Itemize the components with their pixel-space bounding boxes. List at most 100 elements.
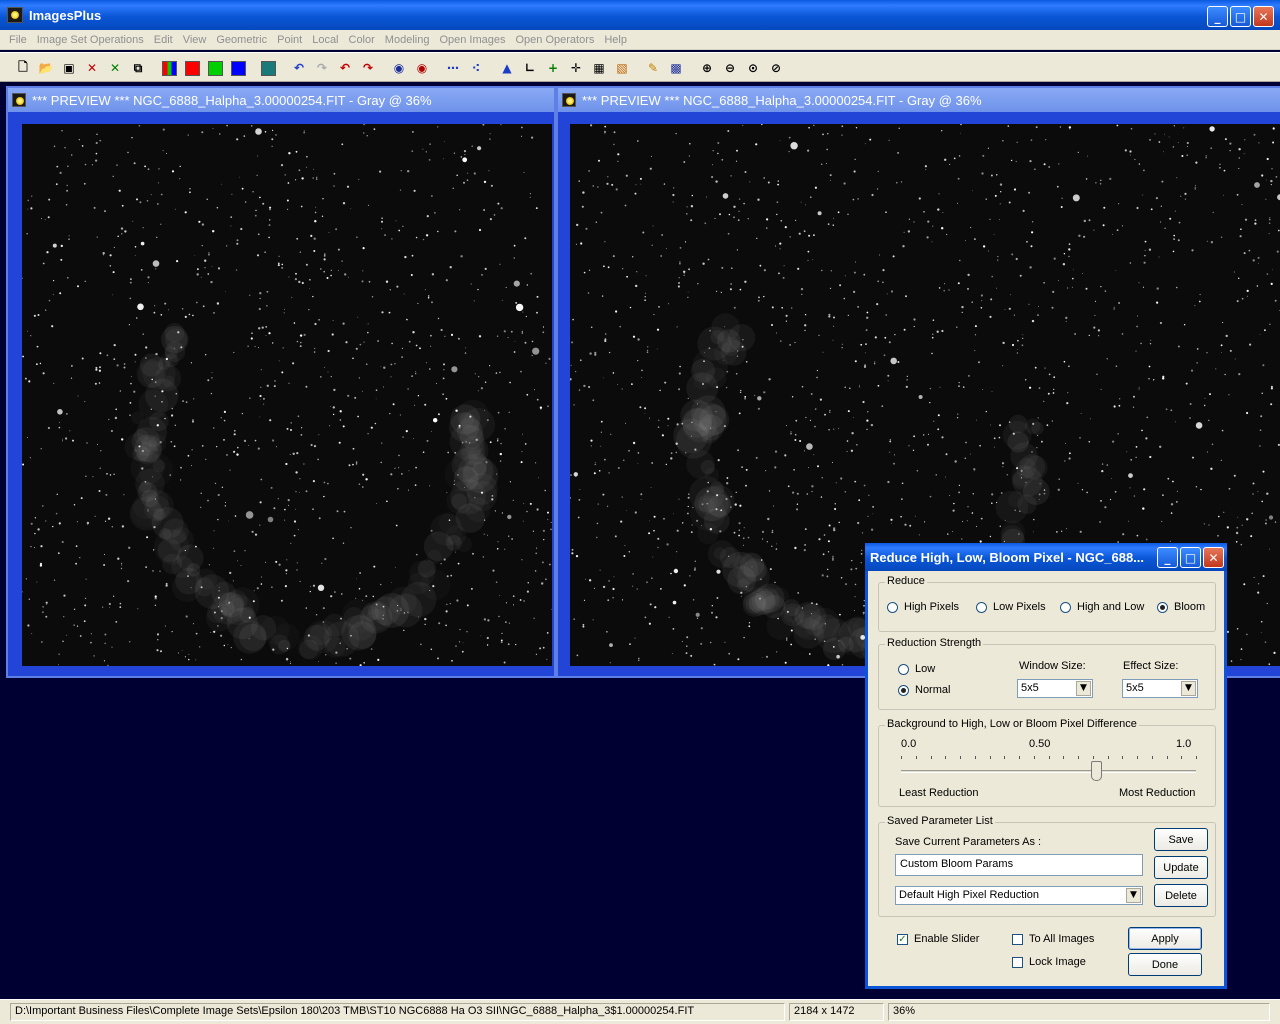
undo-all-icon[interactable]: ↶: [335, 58, 355, 78]
enable-slider-checkbox[interactable]: ✓ Enable Slider: [897, 933, 979, 945]
zoom-in-icon[interactable]: ⊕: [697, 58, 717, 78]
menu-open-operators[interactable]: Open Operators: [510, 34, 599, 46]
lock-image-checkbox[interactable]: Lock Image: [1012, 956, 1086, 968]
menu-local[interactable]: Local: [307, 34, 343, 46]
menu-image-set-operations[interactable]: Image Set Operations: [32, 34, 149, 46]
save-as-label: Save Current Parameters As :: [895, 836, 1042, 848]
slider-tick: [1063, 756, 1065, 759]
pencil-icon[interactable]: ✎: [643, 58, 663, 78]
saved-parameter-legend: Saved Parameter List: [885, 815, 995, 827]
menu-color[interactable]: Color: [344, 34, 380, 46]
slider-track[interactable]: [901, 770, 1196, 773]
effect-size-select[interactable]: 5x5 ▼: [1122, 679, 1198, 698]
menu-edit[interactable]: Edit: [149, 34, 178, 46]
radio-dot: [1060, 601, 1071, 613]
app-icon[interactable]: [7, 7, 23, 23]
open-folder-icon[interactable]: 📂: [36, 58, 56, 78]
redo-all-icon[interactable]: ↷: [358, 58, 378, 78]
chevron-down-icon[interactable]: ▼: [1076, 681, 1091, 696]
calculator-icon[interactable]: ▦: [589, 58, 609, 78]
undo-icon[interactable]: ↶: [289, 58, 309, 78]
to-all-images-checkbox[interactable]: To All Images: [1012, 933, 1094, 945]
save-button[interactable]: Save: [1154, 828, 1208, 851]
matrix-icon[interactable]: ▩: [666, 58, 686, 78]
chevron-down-icon[interactable]: ▼: [1126, 888, 1141, 903]
update-button[interactable]: Update: [1154, 856, 1208, 879]
radio-bloom[interactable]: Bloom: [1157, 601, 1205, 613]
redo-icon[interactable]: ↷: [312, 58, 332, 78]
dots-icon[interactable]: ⋯: [443, 58, 463, 78]
histogram-icon[interactable]: ▲: [497, 58, 517, 78]
dialog-minimize-button[interactable]: _: [1157, 547, 1178, 568]
radio-strength-low[interactable]: Low: [898, 663, 935, 675]
radio-high-and-low[interactable]: High and Low: [1060, 601, 1144, 613]
main-title-bar[interactable]: ImagesPlus _ □ ✕: [0, 0, 1280, 30]
slider-tick: [1092, 756, 1094, 759]
menu-geometric[interactable]: Geometric: [211, 34, 272, 46]
reduce-pixel-dialog: Reduce High, Low, Bloom Pixel - NGC_688.…: [865, 543, 1227, 989]
menu-bar: File Image Set Operations Edit View Geom…: [0, 30, 1280, 50]
red-channel-icon[interactable]: [182, 58, 202, 78]
menu-open-images[interactable]: Open Images: [434, 34, 510, 46]
radio-low-pixels[interactable]: Low Pixels: [976, 601, 1046, 613]
slider-tick: [1122, 756, 1124, 759]
nebula-image[interactable]: [22, 124, 552, 666]
least-reduction-label: Least Reduction: [899, 787, 979, 799]
done-button[interactable]: Done: [1128, 953, 1202, 976]
zoom-out-icon[interactable]: ⊖: [720, 58, 740, 78]
menu-file[interactable]: File: [4, 34, 32, 46]
window-icon[interactable]: ⧉: [128, 58, 148, 78]
slider-tick: [901, 756, 902, 759]
slider-thumb[interactable]: [1090, 761, 1102, 781]
menu-point[interactable]: Point: [272, 34, 307, 46]
close-image-icon[interactable]: ✕: [82, 58, 102, 78]
close-all-icon[interactable]: ✕: [105, 58, 125, 78]
circle-select-icon[interactable]: ◉: [389, 58, 409, 78]
difference-legend: Background to High, Low or Bloom Pixel D…: [885, 718, 1139, 730]
status-file-path: D:\Important Business Files\Complete Ima…: [10, 1003, 785, 1021]
points-icon[interactable]: ⁖: [466, 58, 486, 78]
radio-dot: [898, 684, 909, 696]
paint-icon[interactable]: ▧: [612, 58, 632, 78]
minimize-button[interactable]: _: [1207, 6, 1228, 27]
zoom-fit-icon[interactable]: ⊙: [743, 58, 763, 78]
parameter-list-value: Default High Pixel Reduction: [899, 889, 1040, 901]
radio-high-pixels[interactable]: High Pixels: [887, 601, 959, 613]
save-icon[interactable]: ▣: [59, 58, 79, 78]
zoom-actual-icon[interactable]: ⊘: [766, 58, 786, 78]
maximize-button[interactable]: □: [1230, 6, 1251, 27]
blue-channel-icon[interactable]: [228, 58, 248, 78]
apply-button[interactable]: Apply: [1128, 927, 1202, 950]
dialog-maximize-button[interactable]: □: [1180, 547, 1201, 568]
dialog-close-button[interactable]: ✕: [1203, 547, 1224, 568]
save-as-input[interactable]: Custom Bloom Params: [895, 854, 1143, 876]
save-as-value: Custom Bloom Params: [900, 858, 1014, 870]
reduce-legend: Reduce: [885, 575, 927, 587]
curves-icon[interactable]: ∟: [520, 58, 540, 78]
status-dimensions: 2184 x 1472: [789, 1003, 884, 1021]
delete-button[interactable]: Delete: [1154, 884, 1208, 907]
chevron-down-icon[interactable]: ▼: [1181, 681, 1196, 696]
radio-strength-normal[interactable]: Normal: [898, 684, 950, 696]
parameter-list-select[interactable]: Default High Pixel Reduction ▼: [895, 886, 1143, 905]
close-button[interactable]: ✕: [1253, 6, 1274, 27]
radio-label: Bloom: [1174, 601, 1206, 613]
menu-help[interactable]: Help: [599, 34, 632, 46]
image-window-title-bar[interactable]: *** PREVIEW *** NGC_6888_Halpha_3.000002…: [8, 88, 554, 112]
add-icon[interactable]: +: [543, 58, 563, 78]
slider-tick: [930, 756, 932, 759]
checkbox-label: Lock Image: [1029, 956, 1086, 968]
tick-label-mid: 0.50: [1029, 738, 1051, 750]
image-window-left[interactable]: *** PREVIEW *** NGC_6888_Halpha_3.000002…: [6, 86, 556, 678]
green-channel-icon[interactable]: [205, 58, 225, 78]
dialog-title-bar[interactable]: Reduce High, Low, Bloom Pixel - NGC_688.…: [865, 543, 1227, 571]
new-file-icon[interactable]: 🗋: [13, 58, 33, 78]
menu-view[interactable]: View: [178, 34, 212, 46]
crosshair-icon[interactable]: ✛: [566, 58, 586, 78]
rgb-icon[interactable]: [159, 58, 179, 78]
window-size-select[interactable]: 5x5 ▼: [1017, 679, 1093, 698]
ellipse-select-icon[interactable]: ◉: [412, 58, 432, 78]
image-window-title-bar[interactable]: *** PREVIEW *** NGC_6888_Halpha_3.000002…: [558, 88, 1280, 112]
menu-modeling[interactable]: Modeling: [380, 34, 435, 46]
grid-icon[interactable]: [258, 58, 278, 78]
